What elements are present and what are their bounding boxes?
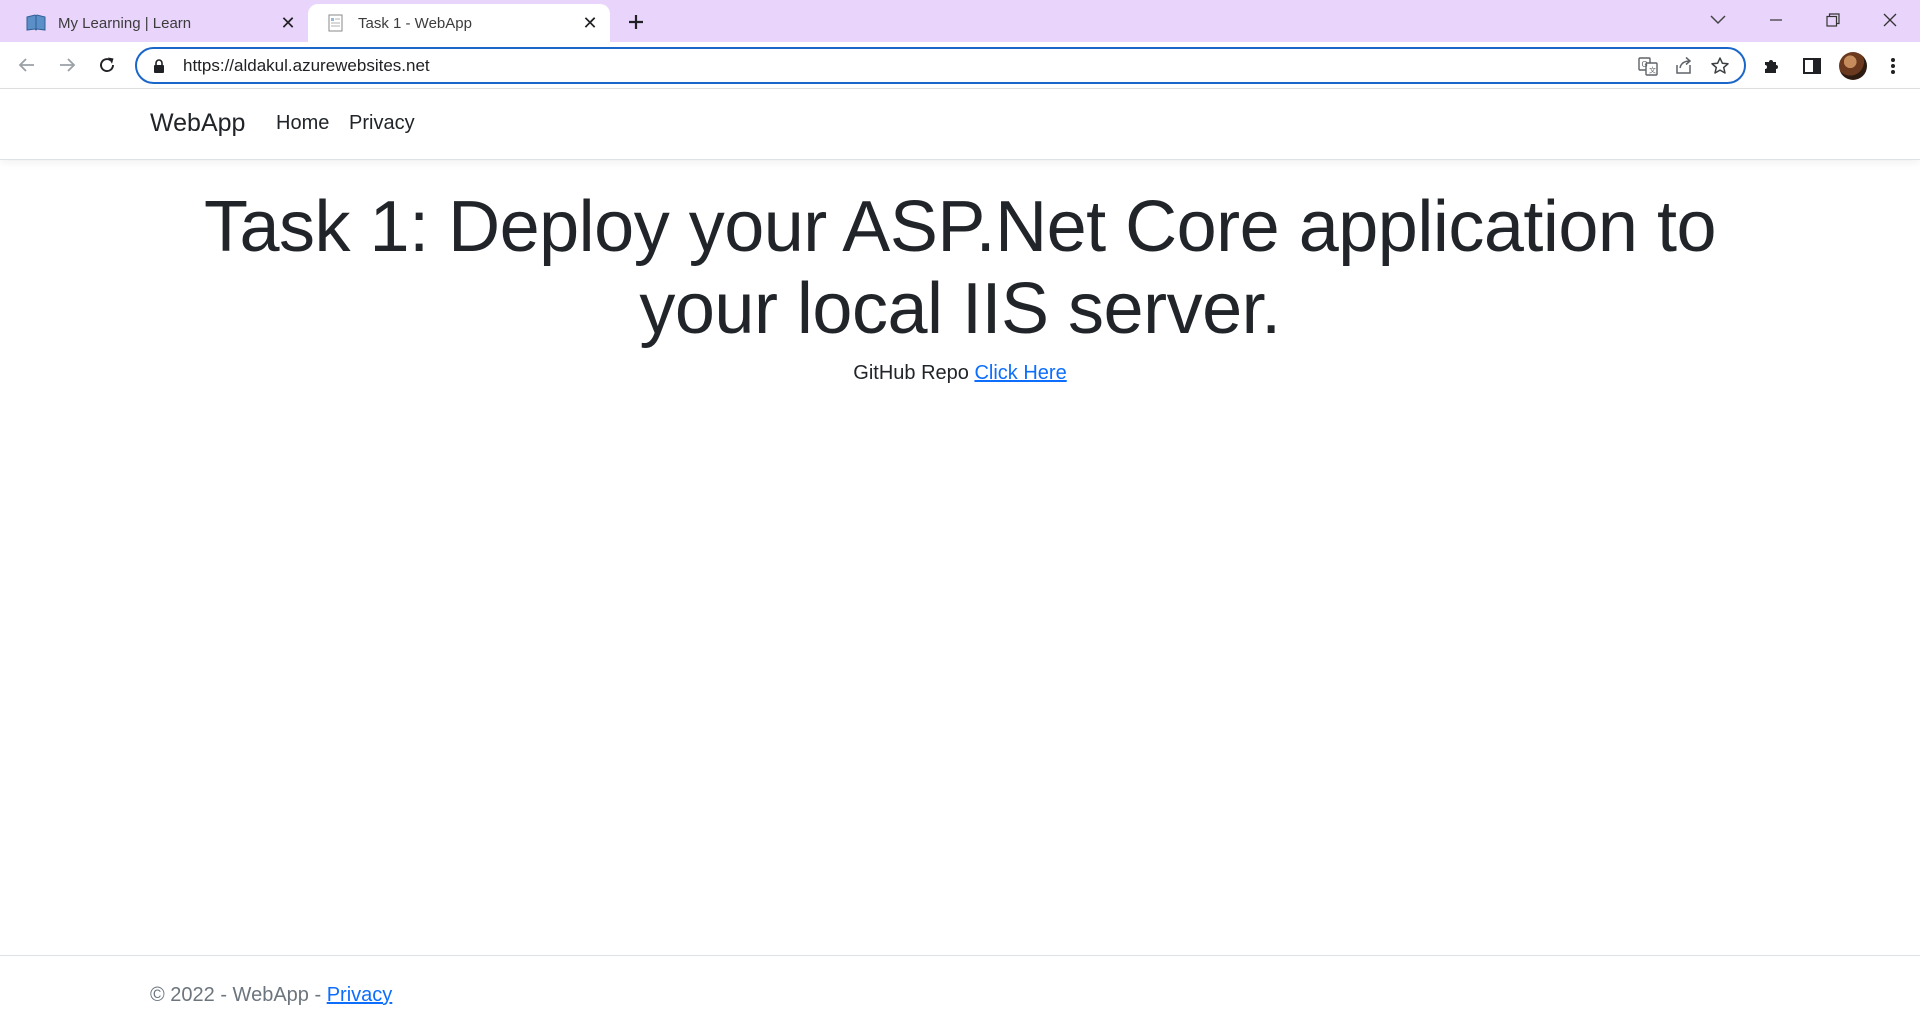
- restore-button[interactable]: [1805, 0, 1861, 40]
- reload-button[interactable]: [90, 48, 124, 82]
- bookmark-button[interactable]: [1702, 51, 1738, 81]
- tab-search-button[interactable]: [1690, 0, 1746, 40]
- svg-text:文: 文: [1649, 65, 1656, 74]
- chevron-down-icon: [1710, 15, 1726, 25]
- tab-title: Task 1 - WebApp: [358, 14, 472, 32]
- avatar: [1839, 52, 1867, 80]
- minimize-icon: [1770, 19, 1782, 21]
- copyright-text: © 2022 - WebApp -: [150, 984, 322, 1006]
- minimize-button[interactable]: [1748, 0, 1804, 40]
- puzzle-icon: [1765, 60, 1778, 73]
- profile-button[interactable]: [1836, 49, 1870, 83]
- back-button[interactable]: [10, 48, 44, 82]
- lock-icon: [154, 58, 164, 73]
- menu-button[interactable]: [1876, 49, 1910, 83]
- repo-link[interactable]: Click Here: [974, 362, 1066, 384]
- close-icon: [1883, 13, 1897, 27]
- tab-title: My Learning | Learn: [58, 14, 192, 32]
- browser-toolbar: https://aldakul.azurewebsites.net G 文: [0, 42, 1920, 89]
- close-icon[interactable]: ✕: [274, 9, 302, 37]
- translate-button[interactable]: G 文: [1630, 51, 1666, 81]
- tab-task1-webapp[interactable]: Task 1 - WebApp ✕: [308, 4, 610, 42]
- footer-text: © 2022 - WebApp - Privacy: [150, 984, 392, 1007]
- footer: © 2022 - WebApp - Privacy: [0, 955, 1920, 1028]
- footer-privacy-link[interactable]: Privacy: [327, 984, 393, 1006]
- more-vertical-icon: [1891, 58, 1895, 74]
- translate-icon: G 文: [1638, 56, 1658, 76]
- extensions-button[interactable]: [1755, 49, 1789, 83]
- page-icon: [328, 14, 343, 32]
- site-navbar: WebApp Home Privacy: [0, 89, 1920, 160]
- plus-icon: [629, 15, 643, 29]
- page-title: Task 1: Deploy your ASP.Net Core applica…: [203, 187, 1717, 349]
- side-panel-button[interactable]: [1795, 49, 1829, 83]
- repo-label: GitHub Repo: [853, 362, 969, 384]
- star-icon: [1711, 56, 1729, 74]
- url-text[interactable]: https://aldakul.azurewebsites.net: [183, 56, 1630, 76]
- nav-link-home[interactable]: Home: [276, 112, 329, 135]
- close-icon[interactable]: ✕: [576, 9, 604, 37]
- arrow-left-icon: [18, 58, 34, 72]
- arrow-right-icon: [60, 58, 76, 72]
- new-tab-button[interactable]: [622, 8, 650, 36]
- close-window-button[interactable]: [1862, 0, 1918, 40]
- brand-link[interactable]: WebApp: [150, 109, 245, 138]
- restore-icon: [1826, 13, 1840, 27]
- tab-strip: My Learning | Learn ✕ Task 1 - WebApp ✕: [0, 0, 1920, 42]
- share-icon: [1676, 56, 1692, 74]
- share-button[interactable]: [1666, 51, 1702, 81]
- learn-book-icon: [26, 14, 46, 31]
- address-bar[interactable]: https://aldakul.azurewebsites.net G 文: [135, 47, 1746, 84]
- web-page: WebApp Home Privacy Task 1: Deploy your …: [0, 89, 1920, 1028]
- nav-link-privacy[interactable]: Privacy: [349, 112, 415, 135]
- reload-icon: [100, 57, 114, 72]
- svg-text:G: G: [1642, 60, 1648, 69]
- forward-button[interactable]: [50, 48, 84, 82]
- side-panel-icon: [1803, 58, 1821, 74]
- repo-line: GitHub Repo Click Here: [150, 362, 1770, 385]
- tab-my-learning[interactable]: My Learning | Learn ✕: [8, 4, 308, 42]
